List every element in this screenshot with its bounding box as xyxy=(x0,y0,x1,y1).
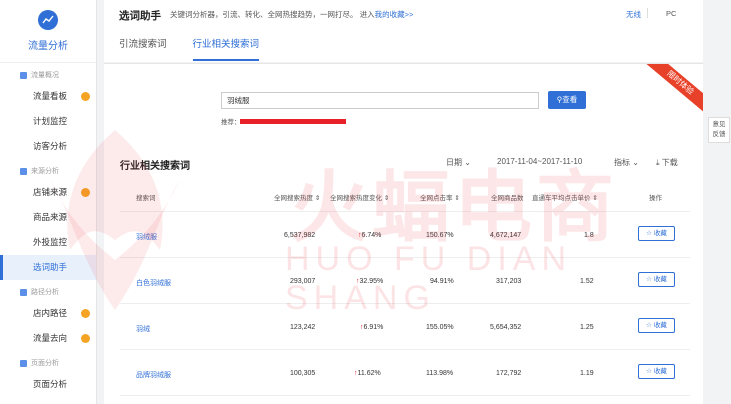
sidebar-item-page-analysis[interactable]: 页面分析 xyxy=(0,372,96,397)
table-cell: 317,203 xyxy=(496,278,522,285)
collect-button[interactable]: ☆ 收藏 xyxy=(638,226,675,241)
divider xyxy=(647,8,648,18)
search-button[interactable]: ⚲查看 xyxy=(548,91,586,109)
date-range[interactable]: 2017-11-04~2017-11-10 xyxy=(497,157,582,166)
clock-icon xyxy=(687,68,697,78)
tab-traffic-keywords[interactable]: 引流搜索词 xyxy=(119,36,167,62)
sidebar-item-shop-path[interactable]: 店内路径 xyxy=(0,301,96,326)
folder-icon xyxy=(20,359,27,367)
collect-button[interactable]: ☆ 收藏 xyxy=(638,364,675,379)
date-dropdown[interactable]: 日期 ⌄ xyxy=(446,157,471,168)
table-cell: ↑32.95% xyxy=(356,278,384,285)
sort-icon: ⇕ xyxy=(383,195,390,202)
download-icon: ⤓ xyxy=(656,158,660,167)
sort-icon: ⇕ xyxy=(314,195,321,202)
column-header-heat-change[interactable]: 全网搜索热度变化 ⇕ xyxy=(330,192,389,202)
table-cell: 1.25 xyxy=(580,324,594,331)
keyword-link[interactable]: 品牌羽绒服 xyxy=(136,370,171,380)
sidebar-item-external-monitor[interactable]: 外投监控 xyxy=(0,230,96,255)
sidebar-item-traffic-board[interactable]: 流量看板 xyxy=(0,84,96,109)
sidebar-item-traffic-destination[interactable]: 流量去向 xyxy=(0,326,96,351)
table-cell: 293,007 xyxy=(290,278,316,285)
divider xyxy=(120,349,690,350)
column-header-items[interactable]: 全网商品数 xyxy=(491,192,524,202)
folder-icon xyxy=(20,288,27,296)
recommend-label: 推荐： xyxy=(221,119,241,126)
divider xyxy=(120,257,690,258)
column-header-keyword: 搜索词 xyxy=(136,195,156,202)
page-description: 关键词分析器，引流、转化、全网热搜趋势，一网打尽。 进入我的收藏>> xyxy=(170,10,414,19)
divider xyxy=(120,395,690,396)
column-header-ctr[interactable]: 全网点击率 ⇕ xyxy=(420,192,460,202)
main-panel: 限时体验 羽绒服 ⚲查看 推荐： 行业相关搜索词 日期 ⌄ 2017-11-04… xyxy=(104,63,703,404)
new-dot-icon xyxy=(81,188,90,197)
column-header-action: 操作 xyxy=(649,195,662,202)
column-header-heat[interactable]: 全网搜索热度 ⇕ xyxy=(274,192,320,202)
new-dot-icon xyxy=(81,92,90,101)
chevron-down-icon: ⌄ xyxy=(464,158,471,167)
metric-dropdown[interactable]: 指标 ⌄ xyxy=(614,157,639,168)
folder-icon xyxy=(20,71,27,79)
sidebar-item-product-source[interactable]: 商品来源 xyxy=(0,205,96,230)
collect-button[interactable]: ☆ 收藏 xyxy=(638,272,675,287)
table-cell: 5,654,352 xyxy=(490,324,522,331)
sidebar-brand[interactable]: 流量分析 xyxy=(0,0,96,63)
divider xyxy=(120,211,690,212)
collect-button[interactable]: ☆ 收藏 xyxy=(638,318,675,333)
table-cell: 6,537,982 xyxy=(284,232,316,239)
table-cell: 113.98% xyxy=(426,370,454,377)
sidebar-item-keyword-helper[interactable]: 选词助手 xyxy=(0,255,96,280)
table-cell: 1.52 xyxy=(580,278,594,285)
sort-icon: ⇕ xyxy=(592,195,598,202)
nav-group-page-analysis: 页面分析 xyxy=(0,354,96,372)
keyword-link[interactable]: 羽绒服 xyxy=(136,232,157,242)
sidebar: 流量分析 流量概况 流量看板 计划监控 访客分析 来源分析 店铺来源 商品来源 … xyxy=(0,0,97,404)
sidebar-item-plan-monitor[interactable]: 计划监控 xyxy=(0,109,96,134)
keyword-search-input[interactable]: 羽绒服 xyxy=(221,92,539,109)
table-cell: 1.8 xyxy=(584,232,594,239)
sidebar-brand-title: 流量分析 xyxy=(28,41,68,52)
column-header-cpc[interactable]: 直通车平均点击单价 ⇕ xyxy=(532,192,598,202)
table-cell: ↑6.74% xyxy=(358,232,382,239)
keyword-link[interactable]: 白色羽绒服 xyxy=(136,278,171,288)
new-dot-icon xyxy=(81,334,90,343)
pc-switch[interactable]: PC xyxy=(666,9,676,18)
download-button[interactable]: ⤓ 下载 xyxy=(656,157,678,168)
chart-line-icon xyxy=(38,10,58,30)
table-cell: 172,792 xyxy=(496,370,522,377)
sort-icon: ⇕ xyxy=(454,195,460,202)
nav-group-traffic-overview: 流量概况 xyxy=(0,66,96,84)
feedback-button[interactable]: 意见 反馈 xyxy=(708,117,730,143)
table-cell: 123,242 xyxy=(290,324,316,331)
table-cell: 150.67% xyxy=(426,232,454,239)
divider xyxy=(120,303,690,304)
star-icon: ☆ xyxy=(646,322,652,329)
sidebar-item-visitor-analysis[interactable]: 访客分析 xyxy=(0,134,96,159)
star-icon: ☆ xyxy=(646,368,652,375)
nav-group-path-analysis: 路径分析 xyxy=(0,283,96,301)
page-title: 选词助手 xyxy=(119,10,161,22)
nav-group-source-analysis: 来源分析 xyxy=(0,162,96,180)
sidebar-item-shop-source[interactable]: 店铺来源 xyxy=(0,180,96,205)
table-cell: 94.91% xyxy=(430,278,454,285)
table-cell: ↑6.91% xyxy=(360,324,384,331)
keyword-link[interactable]: 羽绒 xyxy=(136,324,150,334)
tab-industry-keywords[interactable]: 行业相关搜索词 xyxy=(192,36,259,62)
table-cell: 4,672,147 xyxy=(490,232,522,239)
star-icon: ☆ xyxy=(646,276,652,283)
star-icon: ☆ xyxy=(646,230,652,237)
table-cell: ↑11.62% xyxy=(354,370,381,377)
new-dot-icon xyxy=(81,309,90,318)
folder-icon xyxy=(20,167,27,175)
table-cell: 155.05% xyxy=(426,324,454,331)
redaction-bar xyxy=(240,119,346,124)
page-header: 选词助手 关键词分析器，引流、转化、全网热搜趋势，一网打尽。 进入我的收藏>> … xyxy=(104,0,703,62)
chevron-down-icon: ⌄ xyxy=(632,158,639,167)
table-cell: 1.19 xyxy=(580,370,594,377)
table-cell: 100,305 xyxy=(290,370,316,377)
tab-bar: 引流搜索词 行业相关搜索词 xyxy=(119,36,285,62)
wireless-switch[interactable]: 无线 xyxy=(626,9,641,20)
section-title: 行业相关搜索词 xyxy=(120,161,190,172)
my-collection-link[interactable]: 我的收藏>> xyxy=(375,10,414,19)
